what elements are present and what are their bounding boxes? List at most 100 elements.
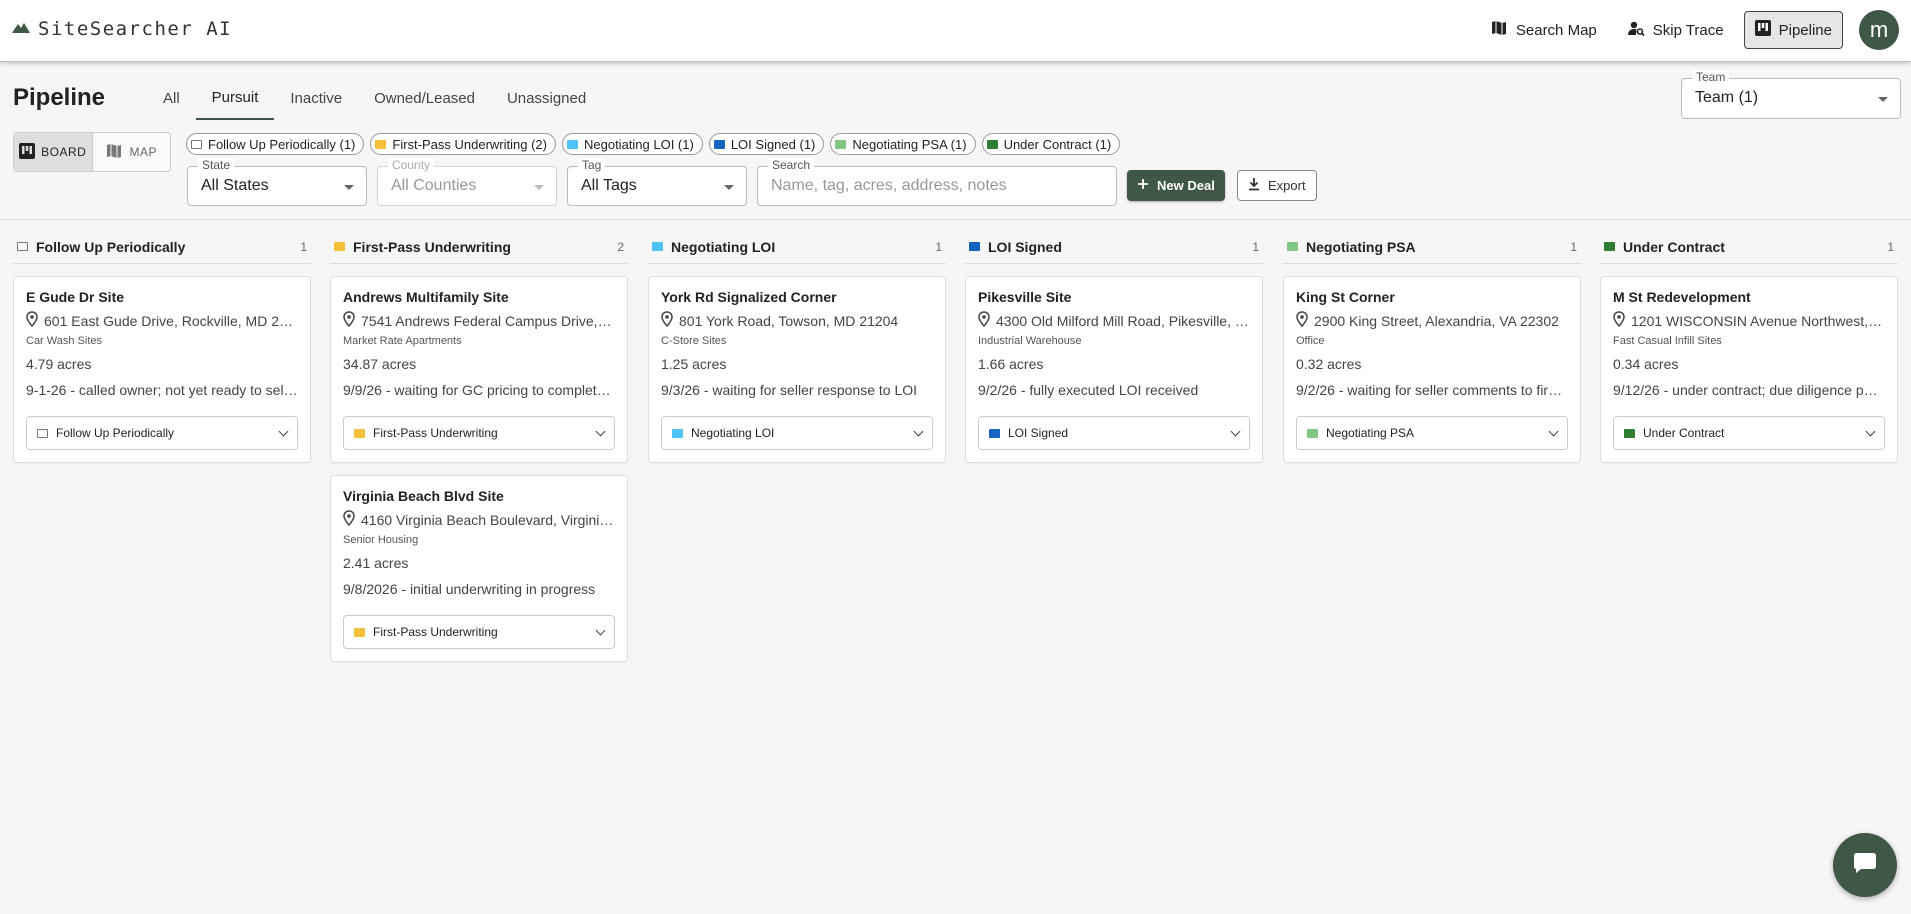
stage-select-value: First-Pass Underwriting [373, 625, 498, 639]
deal-address: 4300 Old Milford Mill Road, Pikesville, … [978, 311, 1250, 330]
column-header: Negotiating PSA 1 [1283, 230, 1581, 264]
mountain-logo-icon [12, 20, 30, 39]
tab-unassigned[interactable]: Unassigned [491, 78, 602, 118]
new-deal-button[interactable]: New Deal [1127, 170, 1225, 201]
map-icon [105, 142, 123, 163]
column-title: Follow Up Periodically [36, 238, 186, 255]
deal-tag: Industrial Warehouse [978, 335, 1082, 347]
deal-note: 9/8/2026 - initial underwriting in progr… [343, 581, 596, 597]
nav-pipeline[interactable]: Pipeline [1743, 11, 1843, 49]
column-header: Negotiating LOI 1 [648, 230, 946, 264]
chevron-down-icon [913, 426, 924, 436]
deal-card[interactable]: Andrews Multifamily Site 7541 Andrews Fed… [330, 276, 628, 463]
brand[interactable]: SiteSearcher AI [12, 18, 232, 40]
tab-inactive[interactable]: Inactive [274, 78, 358, 118]
column-title: Under Contract [1623, 238, 1725, 255]
stage-select-value: Negotiating LOI [691, 426, 775, 440]
county-select-value: All Counties [391, 177, 477, 194]
map-icon [1490, 19, 1508, 41]
deal-acres: 1.25 acres [661, 356, 727, 372]
tab-owned-leased[interactable]: Owned/Leased [358, 78, 491, 118]
stage-select[interactable]: First-Pass Underwriting [343, 416, 615, 450]
avatar[interactable]: m [1859, 10, 1899, 50]
nav-search-map[interactable]: Search Map [1480, 11, 1607, 49]
location-pin-icon [26, 311, 38, 330]
search-input[interactable]: Search Name, tag, acres, address, notes [757, 158, 1117, 206]
deal-card[interactable]: Virginia Beach Blvd Site 4160 Virginia Be… [330, 475, 628, 662]
stage-select[interactable]: Negotiating LOI [661, 416, 933, 450]
tag-select-value: All Tags [581, 177, 637, 194]
chat-button[interactable] [1833, 833, 1897, 897]
caret-down-icon [724, 185, 734, 190]
flag-icon [1307, 428, 1318, 438]
team-select[interactable]: Team Team (1) [1681, 70, 1901, 119]
column-title: Negotiating PSA [1306, 238, 1416, 255]
chip-under-contract[interactable]: Under Contract (1) [981, 133, 1121, 155]
flag-icon [652, 242, 663, 251]
deal-title: M St Redevelopment [1613, 289, 1751, 305]
flag-icon [1624, 428, 1635, 438]
chip-loi-signed[interactable]: LOI Signed (1) [708, 133, 825, 155]
state-select-label: State [198, 158, 235, 172]
flag-icon [566, 139, 578, 149]
team-select-value: Team (1) [1695, 89, 1759, 106]
stage-select-value: LOI Signed [1008, 426, 1069, 440]
location-pin-icon [978, 311, 990, 330]
deal-tag: Office [1296, 335, 1325, 347]
stage-select[interactable]: Follow Up Periodically [26, 416, 298, 450]
flag-icon [37, 428, 48, 438]
search-input-label: Search [768, 158, 815, 172]
chevron-down-icon [1865, 426, 1876, 436]
deal-card[interactable]: York Rd Signalized Corner 801 York Road, … [648, 276, 946, 463]
deal-acres: 0.34 acres [1613, 356, 1679, 372]
chevron-down-icon [278, 426, 289, 436]
pipeline-column: Under Contract 1 M St Redevelopment 1201 WI… [1600, 230, 1898, 463]
column-count: 1 [1887, 239, 1894, 254]
nav-skip-trace[interactable]: Skip Trace [1617, 11, 1734, 49]
board-view-button[interactable]: BOARD [14, 133, 93, 171]
deal-tag: Fast Casual Infill Sites [1613, 335, 1722, 347]
download-icon [1248, 177, 1260, 194]
flag-icon [191, 139, 202, 149]
pipeline-column: First-Pass Underwriting 2 Andrews Multifam… [330, 230, 628, 662]
deal-card[interactable]: M St Redevelopment 1201 WISCONSIN Avenue … [1600, 276, 1898, 463]
export-button[interactable]: Export [1237, 170, 1317, 201]
chip-negotiating-loi[interactable]: Negotiating LOI (1) [561, 133, 703, 155]
chip-first-pass-underwriting[interactable]: First-Pass Underwriting (2) [370, 133, 556, 155]
county-select-label: County [388, 158, 435, 172]
nav-search-map-label: Search Map [1515, 21, 1597, 39]
stage-select[interactable]: Negotiating PSA [1296, 416, 1568, 450]
deal-card[interactable]: King St Corner 2900 King Street, Alexandr… [1283, 276, 1581, 463]
flag-icon [713, 139, 725, 149]
flag-icon [17, 242, 28, 251]
map-view-button[interactable]: MAP [93, 133, 171, 171]
state-select[interactable]: State All States [187, 158, 367, 206]
pipeline-column: Follow Up Periodically 1 E Gude Dr Site 601… [13, 230, 311, 463]
person-search-icon [1627, 19, 1645, 41]
deal-address: 601 East Gude Drive, Rockville, MD 20850 [26, 311, 298, 330]
flag-icon [334, 242, 345, 251]
chip-label: Under Contract (1) [1003, 136, 1112, 152]
deal-card[interactable]: Pikesville Site 4300 Old Milford Mill Roa… [965, 276, 1263, 463]
chip-label: Negotiating PSA (1) [852, 136, 967, 152]
plus-icon [1137, 178, 1149, 193]
column-count: 1 [300, 239, 307, 254]
stage-select[interactable]: Under Contract [1613, 416, 1885, 450]
chip-follow-up-periodically[interactable]: Follow Up Periodically (1) [186, 133, 365, 155]
deal-card[interactable]: E Gude Dr Site 601 East Gude Drive, Rockv… [13, 276, 311, 463]
column-title: LOI Signed [988, 238, 1062, 255]
stage-select[interactable]: First-Pass Underwriting [343, 615, 615, 649]
chevron-down-icon [1548, 426, 1559, 436]
flag-icon [354, 428, 365, 438]
tab-all[interactable]: All [147, 78, 196, 118]
flag-icon [672, 428, 683, 438]
tag-select[interactable]: Tag All Tags [567, 158, 747, 206]
stage-select[interactable]: LOI Signed [978, 416, 1250, 450]
county-select[interactable]: County All Counties [377, 158, 557, 206]
deal-address: 4160 Virginia Beach Boulevard, Virginia … [343, 510, 615, 529]
chip-negotiating-psa[interactable]: Negotiating PSA (1) [830, 133, 976, 155]
deal-acres: 34.87 acres [343, 356, 417, 372]
tab-pursuit[interactable]: Pursuit [195, 78, 275, 120]
chevron-down-icon [1230, 426, 1241, 436]
flag-icon [1287, 242, 1298, 251]
